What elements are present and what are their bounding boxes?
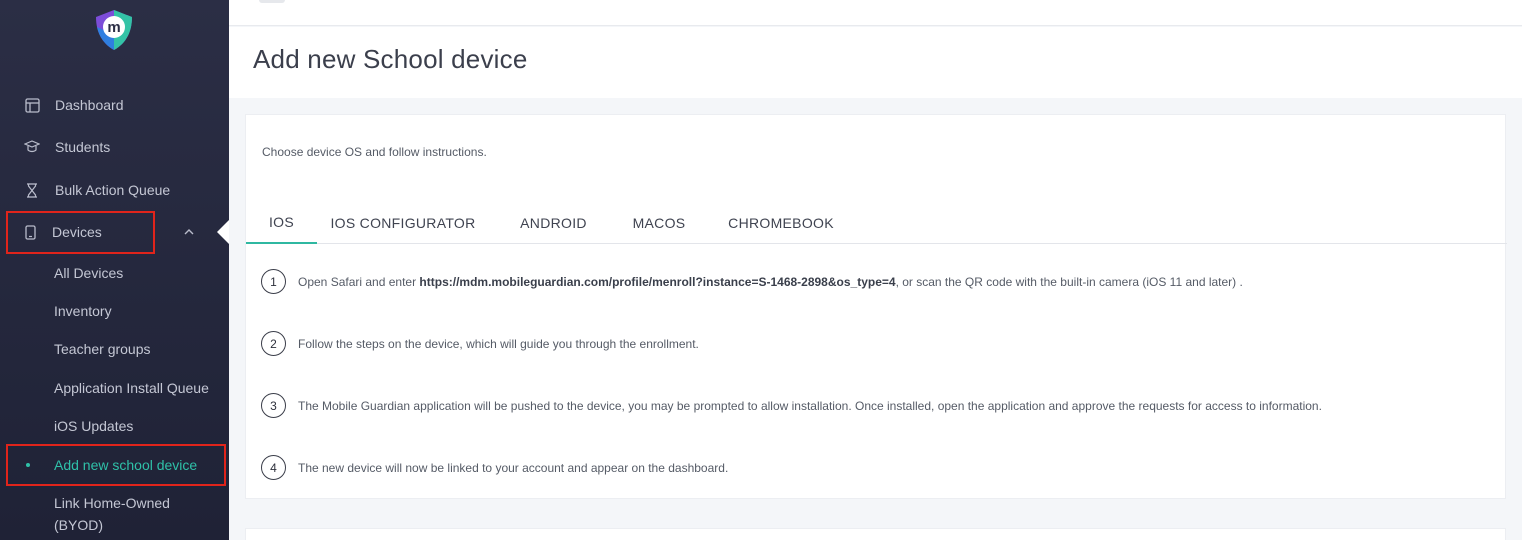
enrollment-url[interactable]: https://mdm.mobileguardian.com/profile/m… [419,275,895,289]
step-text: Follow the steps on the device, which wi… [298,336,699,351]
sidebar-item-dashboard[interactable]: Dashboard [0,85,229,125]
step-number: 2 [261,331,286,356]
step-text: Open Safari and enter https://mdm.mobile… [298,275,1243,289]
page-title: Add new School device [253,44,528,74]
tab-ios[interactable]: IOS [246,202,317,244]
svg-text:m: m [107,19,120,36]
step-4: 4 The new device will now be linked to y… [261,455,728,480]
os-tabs: IOS IOS CONFIGURATOR ANDROID MACOS CHROM… [246,202,1507,244]
sidebar-item-students[interactable]: Students [0,127,229,167]
sidebar-subitem-link-home-owned-byod[interactable]: Link Home-Owned (BYOD) [54,492,204,536]
step-number: 3 [261,393,286,418]
sidebar-subitem-inventory[interactable]: Inventory [54,300,112,322]
tab-chromebook[interactable]: CHROMEBOOK [724,202,838,244]
mobile-guardian-logo[interactable]: m [91,7,137,53]
step-number: 4 [261,455,286,480]
top-bar-control[interactable] [259,0,285,3]
step-1: 1 Open Safari and enter https://mdm.mobi… [261,269,1243,294]
hourglass-icon [24,182,40,198]
tab-macos[interactable]: MACOS [623,202,695,244]
secondary-card [245,528,1506,540]
sidebar-item-bulk-action-queue[interactable]: Bulk Action Queue [0,170,229,210]
step-text-post: , or scan the QR code with the built-in … [895,274,1243,289]
devices-highlight-box [6,211,155,254]
step-2: 2 Follow the steps on the device, which … [261,331,699,356]
step-text: The new device will now be linked to you… [298,460,729,475]
page-header: Add new School device [229,27,1522,98]
sidebar-subitem-application-install-queue[interactable]: Application Install Queue [54,377,209,399]
top-bar [229,0,1522,26]
graduation-cap-icon [24,139,40,155]
sidebar-item-label: Dashboard [55,97,124,113]
step-3: 3 The Mobile Guardian application will b… [261,393,1322,418]
add-device-highlight-box [6,444,226,486]
intro-text: Choose device OS and follow instructions… [262,145,487,159]
tab-android[interactable]: ANDROID [509,202,598,244]
sidebar-item-label: Bulk Action Queue [55,182,171,198]
sidebar: m Dashboard Students Bulk Action Queue D… [0,0,229,540]
chevron-up-icon[interactable] [183,227,195,237]
instructions-card: Choose device OS and follow instructions… [245,114,1507,499]
sidebar-subitem-all-devices[interactable]: All Devices [54,262,123,284]
step-text-pre: Open Safari and enter [298,274,420,289]
sidebar-subitem-teacher-groups[interactable]: Teacher groups [54,338,151,360]
dashboard-icon [24,97,40,113]
step-text: The Mobile Guardian application will be … [298,398,1322,413]
sidebar-item-label: Students [55,139,111,155]
tab-ios-configurator[interactable]: IOS CONFIGURATOR [328,202,478,244]
active-section-pointer [217,220,229,244]
step-number: 1 [261,269,286,294]
sidebar-subitem-ios-updates[interactable]: iOS Updates [54,415,133,437]
